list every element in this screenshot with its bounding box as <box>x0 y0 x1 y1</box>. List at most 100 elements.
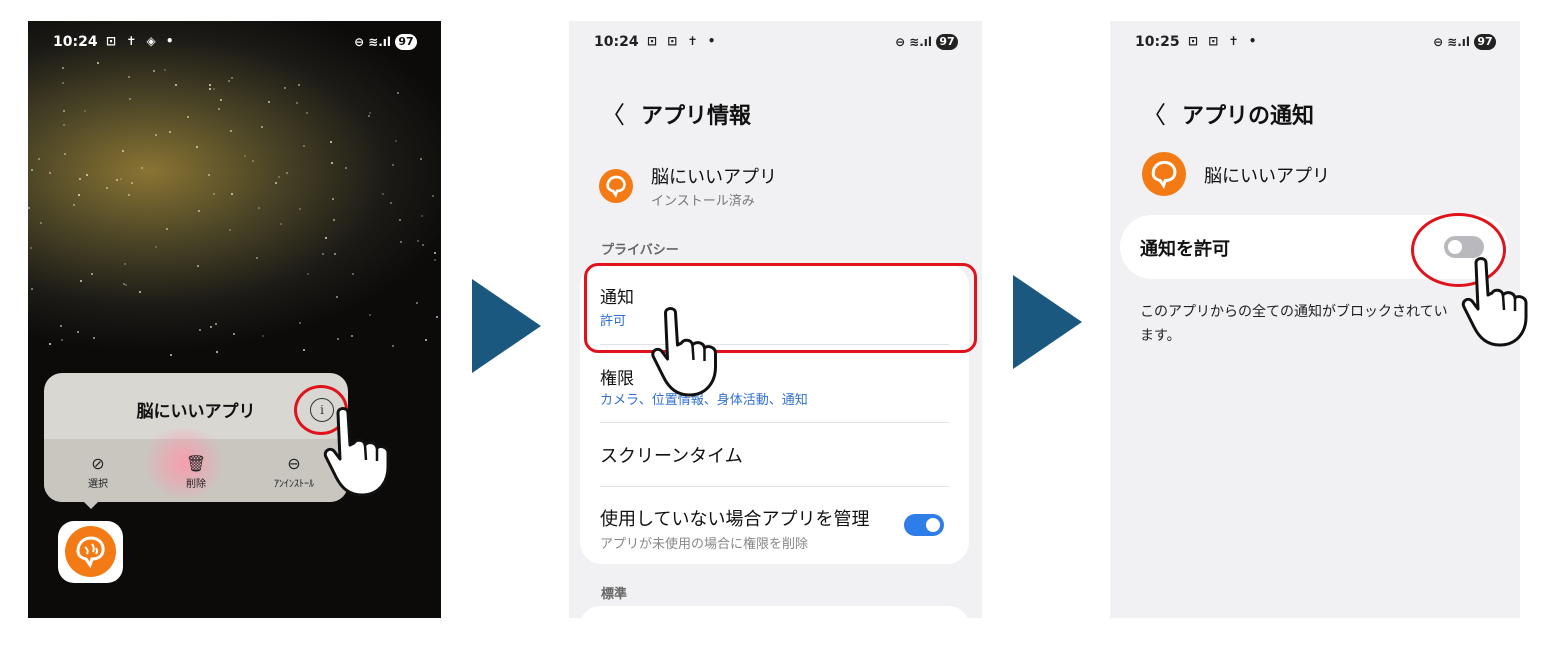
star <box>330 162 333 165</box>
star <box>212 192 215 195</box>
manage-unused-desc: アプリが未使用の場合に権限を削除 <box>600 537 809 552</box>
star <box>122 149 125 152</box>
page-title: アプリ情報 <box>641 104 752 129</box>
star <box>390 202 393 205</box>
star <box>321 252 324 255</box>
star <box>337 338 340 341</box>
star <box>279 223 282 226</box>
star <box>255 256 258 259</box>
star <box>415 301 418 304</box>
wifi-signal-icon: ≋.ıl <box>368 35 391 49</box>
star <box>298 321 301 324</box>
star <box>77 330 80 333</box>
star <box>208 174 211 177</box>
star <box>261 335 264 338</box>
star <box>155 245 158 248</box>
star <box>86 174 89 177</box>
star <box>128 97 131 100</box>
star <box>220 98 223 101</box>
star <box>61 67 64 70</box>
star <box>62 109 65 112</box>
status-icons: ⊡ ⊡ ✝ • <box>1188 34 1260 48</box>
app-icon[interactable] <box>58 521 123 583</box>
star <box>116 179 119 182</box>
star <box>417 239 420 242</box>
star <box>215 351 218 354</box>
star <box>64 152 67 155</box>
star <box>187 116 190 119</box>
battery-icon: 97 <box>1474 34 1496 50</box>
star <box>297 83 300 86</box>
app-install-status: インストール済み <box>651 194 755 209</box>
star <box>78 178 81 181</box>
status-time: 10:24 <box>53 34 98 50</box>
brain-app-logo <box>599 169 633 203</box>
page-header: 〈アプリ情報 <box>601 95 751 130</box>
star <box>391 345 394 348</box>
toggle-knob <box>926 518 940 532</box>
star <box>434 258 437 261</box>
star <box>302 349 305 352</box>
star <box>395 140 398 143</box>
delete-action[interactable]: 🗑 削除 <box>156 453 236 490</box>
status-right: ⊖ ≋.ıl 97 <box>895 34 958 50</box>
star <box>422 243 425 246</box>
uninstall-action-label: ｱﾝｲﾝｽﾄｰﾙ <box>274 479 314 490</box>
brain-app-logo <box>65 526 116 577</box>
star <box>230 76 233 79</box>
screen-time-row[interactable]: スクリーンタイム <box>580 422 969 486</box>
star <box>28 207 31 210</box>
star <box>163 69 166 72</box>
star <box>217 107 220 110</box>
star <box>154 133 157 136</box>
app-name: 脳にいいアプリ <box>1204 166 1330 187</box>
star <box>165 227 168 230</box>
star <box>29 246 32 249</box>
back-arrow-icon[interactable]: 〈 <box>601 101 625 129</box>
star <box>298 208 301 211</box>
blocked-notice: このアプリからの全ての通知がブロックされてい ます。 <box>1140 300 1448 348</box>
standard-section-label: 標準 <box>601 587 628 602</box>
star <box>196 146 199 149</box>
star <box>252 160 255 163</box>
star <box>425 339 428 342</box>
back-arrow-icon[interactable]: 〈 <box>1142 101 1166 129</box>
star <box>152 69 155 72</box>
check-circle-icon: ⊘ <box>91 454 105 473</box>
manage-unused-title: 使用していない場合アプリを管理 <box>600 509 870 530</box>
delete-action-label: 削除 <box>186 479 206 490</box>
notifications-highlight-box <box>584 263 977 353</box>
permissions-row[interactable]: 権限 カメラ、位置情報、身体活動、通知 <box>580 344 969 422</box>
manage-unused-toggle[interactable] <box>904 514 944 536</box>
star <box>324 237 327 240</box>
star <box>257 207 260 210</box>
star <box>332 219 335 222</box>
permissions-title: 権限 <box>600 369 634 389</box>
status-bar: 10:24 ⊡ ✝ ◈ • ⊖ ≋.ıl 97 <box>28 34 441 54</box>
star <box>37 158 40 161</box>
star <box>39 222 42 225</box>
star <box>170 354 173 357</box>
star <box>400 240 403 243</box>
star <box>261 125 264 128</box>
star <box>435 315 438 318</box>
star <box>175 84 178 87</box>
star <box>335 295 338 298</box>
star <box>198 210 201 213</box>
star <box>303 145 306 148</box>
star <box>368 114 371 117</box>
star <box>433 251 436 254</box>
star <box>350 335 353 338</box>
status-right: ⊖ ≋.ıl 97 <box>354 34 417 50</box>
manage-unused-row[interactable]: 使用していない場合アプリを管理 アプリが未使用の場合に権限を削除 <box>580 486 969 564</box>
blocked-notice-line1: このアプリからの全ての通知がブロックされてい <box>1140 304 1448 320</box>
select-action[interactable]: ⊘ 選択 <box>58 453 138 490</box>
select-action-label: 選択 <box>88 479 108 490</box>
brain-app-logo <box>1142 152 1186 196</box>
app-name: 脳にいいアプリ <box>651 167 777 188</box>
star <box>80 279 83 282</box>
star <box>283 86 286 89</box>
star <box>399 219 402 222</box>
star <box>232 332 235 335</box>
star <box>93 337 96 340</box>
